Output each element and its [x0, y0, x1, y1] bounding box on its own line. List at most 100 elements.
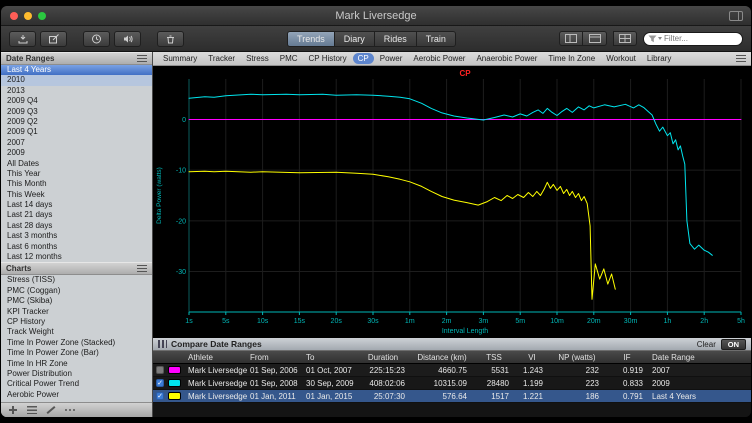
cell-distance-km: 4660.75 [411, 366, 473, 375]
sidebar-item-stress-tiss[interactable]: Stress (TISS) [1, 275, 152, 285]
cell-distance-km: 576.64 [411, 392, 473, 401]
tab-summary[interactable]: Summary [158, 53, 202, 64]
sidebar-item-2009-q1[interactable]: 2009 Q1 [1, 127, 152, 137]
sidebar-item-2009-q3[interactable]: 2009 Q3 [1, 107, 152, 117]
history-button[interactable] [83, 31, 110, 47]
cell-vi: 1.243 [515, 366, 549, 375]
sidebar-item-last-12-months[interactable]: Last 12 months [1, 252, 152, 262]
sidebar-item-2009-q4[interactable]: 2009 Q4 [1, 96, 152, 106]
audio-button[interactable] [114, 31, 141, 47]
table-row[interactable]: Mark Liversedge01 Sep, 200601 Oct, 20072… [153, 364, 751, 377]
sidebar-item-aerobic-power[interactable]: Aerobic Power [1, 390, 152, 400]
tab-pmc[interactable]: PMC [275, 53, 303, 64]
sidebar-item-2009-q2[interactable]: 2009 Q2 [1, 117, 152, 127]
close-window-button[interactable] [10, 12, 18, 20]
row-checkbox[interactable]: ✓ [156, 392, 164, 400]
date-ranges-menu-icon[interactable] [137, 55, 147, 62]
filter-funnel-icon[interactable] [648, 35, 662, 43]
series-color-swatch [168, 392, 181, 400]
svg-text:2h: 2h [700, 318, 708, 325]
tab-anaerobic-power[interactable]: Anaerobic Power [471, 53, 542, 64]
table-row[interactable]: ✓Mark Liversedge01 Jan, 201101 Jan, 2015… [153, 390, 751, 403]
import-button[interactable] [9, 31, 36, 47]
sidebar-item-2010[interactable]: 2010 [1, 75, 152, 85]
sidebar-item-this-month[interactable]: This Month [1, 179, 152, 189]
column-header-vi: VI [515, 353, 549, 362]
row-checkbox[interactable]: ✓ [156, 379, 164, 387]
sidebar-item-time-in-hr-zone[interactable]: Time In HR Zone [1, 359, 152, 369]
toolbar-left [9, 31, 184, 47]
add-chart-icon[interactable] [8, 406, 18, 415]
tile-view-button[interactable] [613, 31, 637, 46]
list-view-icon[interactable] [27, 406, 37, 414]
edit-chart-icon[interactable] [46, 406, 56, 415]
compare-on-toggle[interactable]: ON [721, 339, 746, 350]
toolbar-center: TrendsDiaryRidesTrain [184, 31, 559, 47]
sidebar-item-2009[interactable]: 2009 [1, 148, 152, 158]
compose-button[interactable] [40, 31, 67, 47]
date-ranges-header: Date Ranges [1, 52, 152, 65]
sidebar-toggle-icon[interactable] [729, 11, 743, 21]
tile-buttons [613, 31, 637, 46]
tab-stress[interactable]: Stress [241, 53, 274, 64]
sidebar-item-cp-history[interactable]: CP History [1, 317, 152, 327]
table-row[interactable]: ✓Mark Liversedge01 Sep, 200830 Sep, 2009… [153, 377, 751, 390]
tab-library[interactable]: Library [642, 53, 676, 64]
segment-diary[interactable]: Diary [335, 31, 375, 47]
sidebar-item-critical-power-trend[interactable]: Critical Power Trend [1, 379, 152, 389]
more-options-icon[interactable] [65, 406, 75, 415]
cell-vi: 1.199 [515, 379, 549, 388]
cell-np-watts: 186 [549, 392, 605, 401]
svg-text:30m: 30m [624, 318, 638, 325]
clear-button[interactable]: Clear [697, 340, 717, 349]
sidebar-item-last-4-years[interactable]: Last 4 Years [1, 65, 152, 75]
sidebar-item-power-distribution[interactable]: Power Distribution [1, 369, 152, 379]
sidebar-item-last-14-days[interactable]: Last 14 days [1, 200, 152, 210]
sidebar-item-this-week[interactable]: This Week [1, 190, 152, 200]
segment-train[interactable]: Train [417, 31, 456, 47]
segment-trends[interactable]: Trends [287, 31, 335, 47]
sidebar-item-2013[interactable]: 2013 [1, 86, 152, 96]
svg-text:10s: 10s [257, 318, 269, 325]
sidebar-item-kpi-tracker[interactable]: KPI Tracker [1, 307, 152, 317]
tab-power[interactable]: Power [375, 53, 408, 64]
row-checkbox[interactable] [156, 366, 164, 374]
cell-if: 0.791 [605, 392, 649, 401]
column-header-from: From [247, 353, 303, 362]
sidebar-item-time-in-power-zone-bar[interactable]: Time In Power Zone (Bar) [1, 348, 152, 358]
zoom-window-button[interactable] [38, 12, 46, 20]
trash-button[interactable] [157, 31, 184, 47]
tab-cp[interactable]: CP [353, 53, 374, 64]
charts-header-label: Charts [6, 264, 31, 273]
sidebar-item-last-3-months[interactable]: Last 3 months [1, 231, 152, 241]
cell-np-watts: 223 [549, 379, 605, 388]
cell-date-range: 2007 [649, 366, 751, 375]
column-header-to: To [303, 353, 355, 362]
sidebar-item-last-28-days[interactable]: Last 28 days [1, 221, 152, 231]
series-color-swatch [168, 379, 181, 387]
cell-tss: 28480 [473, 379, 515, 388]
full-view-button[interactable] [583, 31, 607, 46]
sidebar-item-last-6-months[interactable]: Last 6 months [1, 242, 152, 252]
split-view-button[interactable] [559, 31, 583, 46]
sidebar-item-track-weight[interactable]: Track Weight [1, 327, 152, 337]
charts-menu-icon[interactable] [137, 265, 147, 272]
tab-tracker[interactable]: Tracker [203, 53, 240, 64]
sidebar-item-pmc-coggan[interactable]: PMC (Coggan) [1, 286, 152, 296]
tab-workout[interactable]: Workout [601, 53, 641, 64]
cell-from: 01 Sep, 2008 [247, 379, 303, 388]
sidebar-item-pmc-skiba[interactable]: PMC (Skiba) [1, 296, 152, 306]
minimize-window-button[interactable] [24, 12, 32, 20]
sidebar-item-time-in-power-zone-stacked[interactable]: Time In Power Zone (Stacked) [1, 338, 152, 348]
segment-rides[interactable]: Rides [375, 31, 417, 47]
tab-menu-icon[interactable] [736, 55, 746, 62]
tab-aerobic-power[interactable]: Aerobic Power [408, 53, 470, 64]
sidebar-item-this-year[interactable]: This Year [1, 169, 152, 179]
app-window: Mark Liversedge TrendsDiaryRidesTrain [1, 6, 751, 417]
sidebar-item-2007[interactable]: 2007 [1, 138, 152, 148]
tile-view-icon [619, 34, 631, 43]
sidebar-item-all-dates[interactable]: All Dates [1, 159, 152, 169]
tab-cp-history[interactable]: CP History [304, 53, 352, 64]
tab-time-in-zone[interactable]: Time In Zone [543, 53, 600, 64]
sidebar-item-last-21-days[interactable]: Last 21 days [1, 210, 152, 220]
